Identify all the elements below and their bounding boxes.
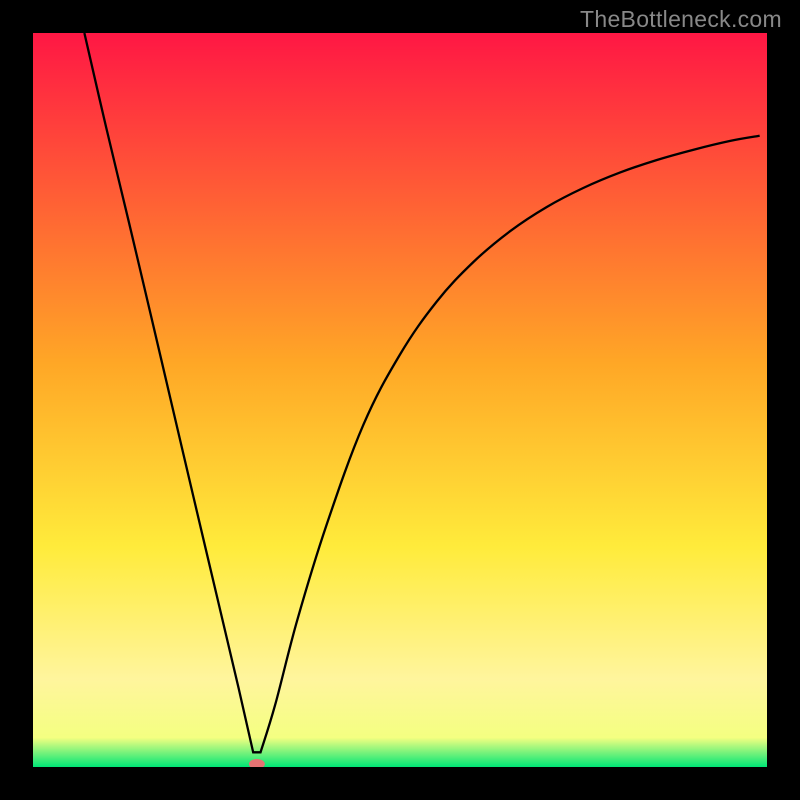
chart-plot-area: [33, 33, 767, 767]
watermark-text: TheBottleneck.com: [580, 6, 782, 33]
chart-svg: [33, 33, 767, 767]
chart-background: [33, 33, 767, 767]
